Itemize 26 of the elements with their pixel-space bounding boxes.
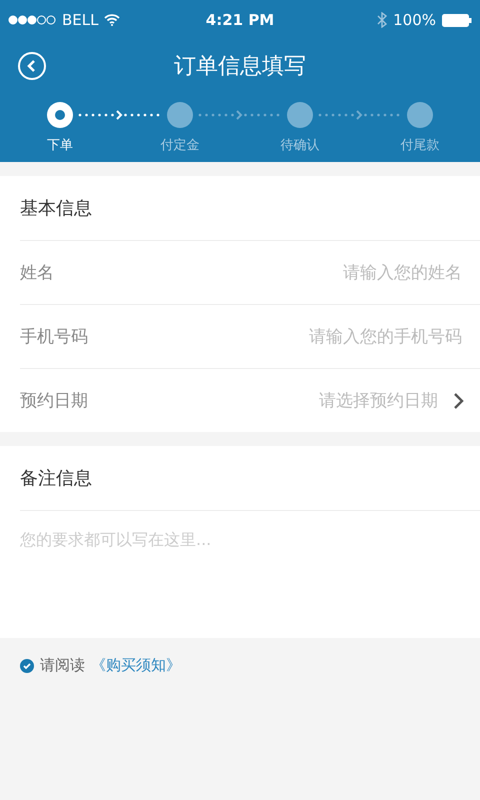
battery-icon	[442, 14, 472, 26]
section-heading: 基本信息	[20, 197, 92, 220]
chevron-right-icon	[452, 392, 464, 410]
agreement-text: 请阅读	[40, 656, 85, 675]
chevron-left-icon	[26, 59, 38, 73]
signal-icon	[8, 15, 56, 25]
page-title: 订单信息填写	[174, 53, 306, 81]
step-label: 付定金	[160, 137, 200, 154]
section-heading: 备注信息	[20, 467, 92, 490]
checkbox[interactable]	[20, 658, 34, 672]
step-label: 下单	[47, 137, 73, 154]
back-button[interactable]	[18, 52, 46, 80]
input-field[interactable]: 请输入您的姓名	[54, 262, 464, 284]
step-label: 待确认	[280, 137, 320, 154]
field-label: 姓名	[20, 262, 54, 284]
carrier-name: BELL	[62, 11, 98, 29]
clock-time: 4:21 PM	[206, 11, 274, 29]
field-label: 预约日期	[20, 390, 88, 412]
bluetooth-icon	[377, 12, 388, 28]
battery-percent: 100%	[393, 11, 436, 29]
date-select-field[interactable]: 请选择预约日期	[88, 390, 440, 412]
input-field[interactable]: 请输入您的手机号码	[88, 326, 464, 348]
wifi-icon	[104, 14, 120, 26]
step-label: 付尾款	[400, 137, 440, 154]
field-label: 手机号码	[20, 326, 88, 348]
notice-link[interactable]: 《购买须知》	[91, 656, 181, 675]
